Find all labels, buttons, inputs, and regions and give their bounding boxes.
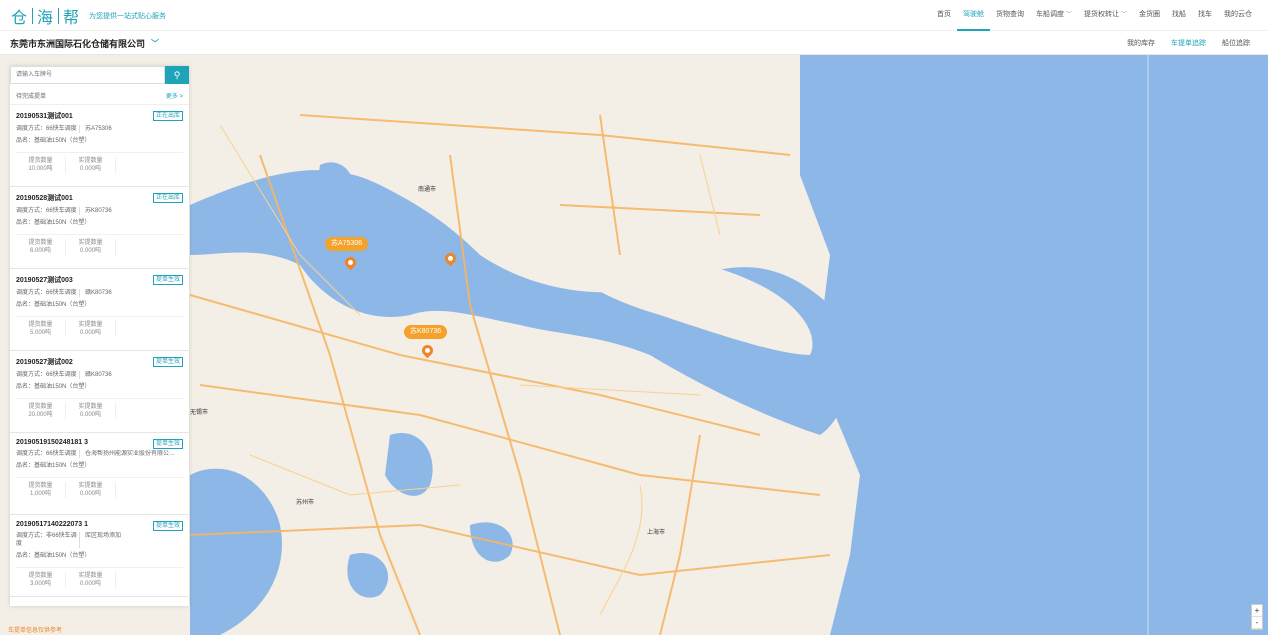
status-badge: 提单生效 [152, 521, 183, 531]
map-canvas[interactable]: 南通市 无锡市 苏州市 上海市 苏A75306 苏K80736 [0, 55, 1268, 635]
order-card[interactable]: 20190527测试002 提单生效 调度方式：66快车调度 赣K80736 品名… [10, 351, 189, 433]
tab-ship-tracking[interactable]: 船位追踪 [1214, 38, 1258, 48]
zoom-in-button[interactable]: + [1252, 605, 1262, 617]
company-selector[interactable]: 东莞市东洲国际石化仓储有限公司 ﹀ [10, 37, 159, 50]
more-link[interactable]: 更多 > [166, 91, 183, 100]
dispatch-mode: 调度方式：66快车调度 [16, 450, 80, 458]
logo[interactable]: 仓 海 帮 为您提供一站式贴心服务 [8, 4, 167, 28]
zoom-out-button[interactable]: - [1252, 617, 1262, 629]
truck-marker-label[interactable]: 苏K80736 [404, 325, 448, 339]
slogan: 为您提供一站式贴心服务 [89, 13, 167, 20]
actual-qty: 实提数量 0.000吨 [66, 482, 116, 498]
status-badge: 提单生效 [152, 439, 183, 449]
dispatch-mode: 调度方式：66快车调度 [16, 207, 80, 215]
dispatch-mode: 调度方式：66快车调度 [16, 125, 80, 133]
actual-qty: 实提数量 0.000吨 [66, 321, 116, 337]
zoom-control: + - [1251, 604, 1263, 630]
product-name: 品名：基础油150N（台塑） [16, 463, 91, 469]
actual-qty: 实提数量 0.000吨 [66, 239, 116, 255]
plate-number: 库区现场添加 [85, 533, 122, 539]
city-label: 无锡市 [190, 410, 209, 416]
nav-cargo-query[interactable]: 货物查询 [990, 0, 1030, 31]
dispatch-mode: 调度方式：66快车调度 [16, 289, 80, 297]
tab-inventory[interactable]: 我的库存 [1119, 38, 1163, 48]
product-name: 品名：基础油150N（台塑） [16, 384, 91, 390]
dispatch-mode: 调度方式：66快车调度 [16, 371, 80, 379]
chevron-down-icon: ﹀ [1120, 12, 1127, 18]
city-label: 上海市 [647, 530, 666, 536]
status-badge: 提单生效 [152, 357, 183, 367]
search-button[interactable]: ⚲ [165, 66, 189, 84]
actual-qty: 实提数量 0.000吨 [66, 572, 116, 588]
search-bar: ⚲ [10, 66, 189, 84]
truck-marker-label[interactable]: 苏A75306 [325, 237, 369, 251]
list-title: 待完成提单 [16, 94, 47, 100]
order-card[interactable]: 20190519150248181 3 提单生效 调度方式：66快车调度 仓海帮扬… [10, 433, 189, 515]
logo-char: 仓 [11, 10, 29, 27]
planned-qty: 提货数量 10.000吨 [16, 157, 66, 173]
planned-qty: 提货数量 5.000吨 [16, 321, 66, 337]
logo-char: 海 [37, 10, 55, 27]
plate-number: 苏A75306 [85, 126, 112, 132]
logo-mark: 仓 海 帮 [8, 4, 83, 28]
list-header: 待完成提单 更多 > [10, 84, 189, 105]
product-name: 品名：基础油150N（台塑） [16, 553, 91, 559]
nav-finance[interactable]: 金货圈 [1133, 0, 1166, 31]
order-card[interactable]: 20190527测试003 提单生效 调度方式：66快车调度 赣K80736 品名… [10, 269, 189, 351]
nav-my-cloud[interactable]: 我的云仓 [1218, 0, 1258, 31]
map-footer-note: 车提单信息仅供参考 [8, 628, 63, 634]
plate-number: 仓海帮扬州能源实业股份有限公司… [85, 451, 180, 457]
logo-char: 帮 [63, 10, 81, 27]
sub-tabs: 我的库存 车提单追踪 船位追踪 [1119, 31, 1258, 55]
nav-home[interactable]: 首页 [931, 0, 957, 31]
actual-qty: 实提数量 0.000吨 [66, 157, 116, 173]
order-card[interactable]: 20190528测试001 正在出库 调度方式：66快车调度 苏K80736 品名… [10, 187, 189, 269]
plate-number: 苏K80736 [85, 208, 112, 214]
planned-qty: 提货数量 20.000吨 [16, 403, 66, 419]
plate-number: 赣K80736 [85, 290, 112, 296]
product-name: 品名：基础油150N（台塑） [16, 302, 91, 308]
chevron-down-icon: ﹀ [151, 39, 160, 48]
order-card[interactable]: 20190531测试001 正在出库 调度方式：66快车调度 苏A75306 品名… [10, 105, 189, 187]
status-badge: 提单生效 [152, 275, 183, 285]
plate-number: 赣K80736 [85, 372, 112, 378]
order-panel: ⚲ 待完成提单 更多 > 20190531测试001 正在出库 调度方式：66快… [10, 66, 189, 606]
chevron-down-icon: ﹀ [1065, 12, 1072, 18]
product-name: 品名：基础油150N（台塑） [16, 138, 91, 144]
search-icon: ⚲ [173, 69, 181, 80]
city-label: 苏州市 [296, 500, 315, 506]
actual-qty: 实提数量 0.000吨 [66, 403, 116, 419]
dispatch-mode: 调度方式：非66快车调度 [16, 532, 80, 548]
planned-qty: 提货数量 3.000吨 [16, 572, 66, 588]
nav-dispatch[interactable]: 车船调度 ﹀ [1030, 0, 1078, 31]
city-label: 南通市 [418, 187, 437, 193]
product-name: 品名：基础油150N（台塑） [16, 220, 91, 226]
company-name: 东莞市东洲国际石化仓储有限公司 [10, 39, 146, 49]
nav-transfer[interactable]: 提货权转让 ﹀ [1078, 0, 1133, 31]
tab-truck-tracking[interactable]: 车提单追踪 [1163, 38, 1214, 48]
sub-header: 东莞市东洲国际石化仓储有限公司 ﹀ 我的库存 车提单追踪 船位追踪 [0, 31, 1268, 55]
nav-cockpit[interactable]: 驾驶舱 [956, 0, 990, 31]
planned-qty: 提货数量 6.000吨 [16, 239, 66, 255]
nav-find-ship[interactable]: 找船 [1166, 0, 1192, 31]
nav-find-truck[interactable]: 找车 [1192, 0, 1218, 31]
order-card[interactable]: 20190517140222073 1 提单生效 调度方式：非66快车调度 库区现… [10, 515, 189, 597]
main-nav: 首页 驾驶舱 货物查询 车船调度 ﹀ 提货权转让 ﹀ 金货圈 找船 找车 我的云仓 [931, 0, 1258, 31]
planned-qty: 提货数量 1.000吨 [16, 482, 66, 498]
top-navbar: 仓 海 帮 为您提供一站式贴心服务 首页 驾驶舱 货物查询 车船调度 ﹀ 提货权转… [0, 0, 1268, 31]
plate-search-input[interactable] [10, 66, 165, 84]
status-badge: 正在出库 [152, 193, 183, 203]
status-badge: 正在出库 [152, 111, 183, 121]
map-graphic [189, 55, 1268, 635]
